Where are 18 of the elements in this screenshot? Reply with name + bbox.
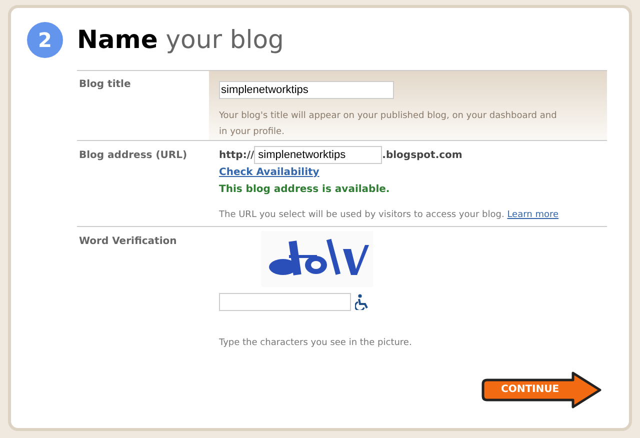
title-input[interactable]: simplenetworktips [219, 81, 394, 99]
field-label: Blog address (URL) [78, 149, 188, 163]
step-number: 2 [27, 22, 63, 58]
verification-input[interactable] [219, 293, 351, 311]
url-prefix: http:// [219, 148, 254, 162]
check-availability-link[interactable]: Check Availability [219, 165, 320, 180]
help-text: Type the characters you see in the picture. [219, 337, 412, 350]
help-text: Your blog's title will appear on your published blog, on your dashboard and in your profile. [219, 110, 558, 139]
page-title: Name your blog [77, 25, 284, 55]
learn-more-link[interactable]: Learn more [507, 210, 559, 220]
help-text: The URL you select will be used by visitors to access your blog. Learn more [219, 209, 559, 222]
address-input[interactable]: simplenetworktips [254, 146, 382, 164]
field-label: Blog title [78, 78, 132, 92]
wheelchair-icon[interactable] [355, 294, 369, 310]
field-label: Word Verification [78, 235, 178, 249]
url-suffix: .blogspot.com [382, 148, 462, 162]
continue-button[interactable]: CONTINUE [481, 370, 603, 408]
status-message: This blog address is available. [219, 183, 390, 197]
